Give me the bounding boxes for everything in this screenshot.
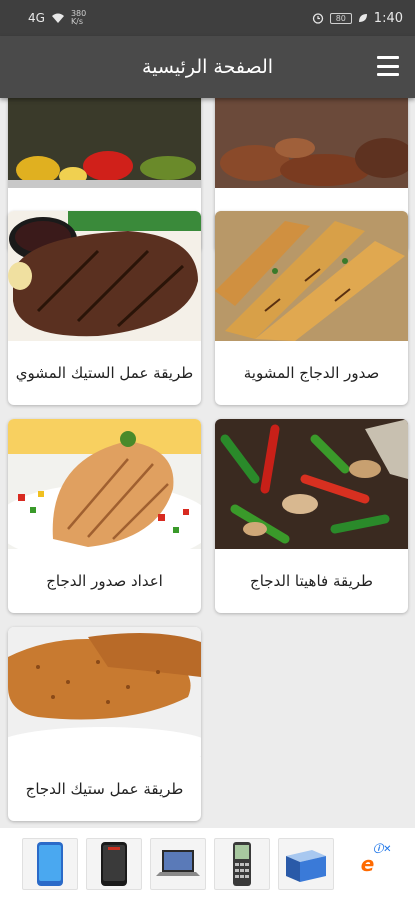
signal-icon: 4G bbox=[28, 11, 45, 25]
recipe-label: اعداد صدور الدجاج bbox=[46, 572, 163, 590]
grilled-chicken-with-salsa-image bbox=[8, 419, 201, 549]
network-speed: 380 K/s bbox=[71, 10, 86, 26]
ad-product-phone-black[interactable] bbox=[85, 838, 142, 890]
hamburger-menu-icon[interactable] bbox=[377, 56, 399, 76]
ad-logo[interactable]: e ⓘ✕ bbox=[342, 838, 394, 890]
battery-icon: 80 bbox=[329, 12, 352, 24]
recipe-card[interactable]: طريقة عمل الستيك المشوي bbox=[8, 211, 201, 405]
net-speed-unit: K/s bbox=[70, 17, 84, 26]
clock: 1:40 bbox=[373, 10, 403, 26]
recipe-card[interactable]: طريقة عمل ستيك الدجاج bbox=[8, 627, 201, 821]
ad-product-paper-box[interactable] bbox=[277, 838, 334, 890]
alarm-icon bbox=[312, 13, 323, 24]
grilled-chicken-breast-strips-image bbox=[215, 211, 408, 341]
app-bar: الصفحة الرئيسية bbox=[0, 36, 415, 98]
status-left: 4G 380 K/s bbox=[28, 10, 86, 26]
chicken-fajita-image bbox=[215, 419, 408, 549]
wifi-icon bbox=[51, 13, 64, 23]
ad-product-laptop[interactable] bbox=[149, 838, 206, 890]
ad-product-phone-blue[interactable] bbox=[21, 838, 78, 890]
grilled-chicken-skewers-image bbox=[215, 98, 408, 188]
breaded-chicken-steak-image bbox=[8, 627, 201, 757]
ad-logo-text: e bbox=[360, 852, 375, 876]
ad-close-icon[interactable]: ⓘ✕ bbox=[373, 840, 391, 855]
ad-product-feature-phone[interactable] bbox=[213, 838, 270, 890]
status-bar: 4G 380 K/s 80 1:40 bbox=[0, 0, 415, 36]
recipe-label: طريقة عمل الستيك المشوي bbox=[15, 364, 194, 382]
recipe-label: طريقة فاهيتا الدجاج bbox=[250, 572, 373, 590]
status-right: 80 1:40 bbox=[312, 11, 403, 26]
recipe-label: صدور الدجاج المشوية bbox=[243, 364, 380, 382]
page-title: الصفحة الرئيسية bbox=[141, 56, 274, 78]
recipe-card[interactable]: طريقة فاهيتا الدجاج bbox=[215, 419, 408, 613]
recipe-grid[interactable]: طريقة شيش طاووق طريقة عمل خضار مشوي صدور… bbox=[0, 98, 415, 828]
ad-banner[interactable]: e ⓘ✕ bbox=[0, 828, 415, 900]
recipe-card[interactable]: اعداد صدور الدجاج bbox=[8, 419, 201, 613]
grilled-steak-image bbox=[8, 211, 201, 341]
leaf-icon bbox=[358, 14, 367, 22]
grilled-vegetables-image bbox=[8, 98, 201, 188]
recipe-label: طريقة عمل ستيك الدجاج bbox=[25, 780, 184, 798]
recipe-card[interactable]: صدور الدجاج المشوية bbox=[215, 211, 408, 405]
